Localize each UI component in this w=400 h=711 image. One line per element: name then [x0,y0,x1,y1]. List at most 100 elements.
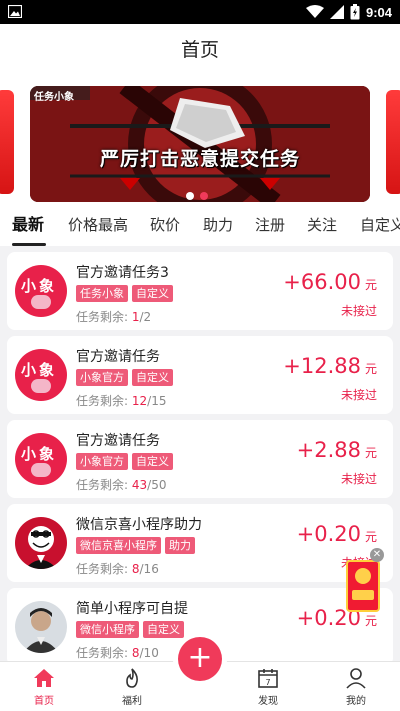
reward-unit: 元 [364,446,377,460]
reward-amount: +0.20 [296,522,361,546]
nav-label: 发现 [258,696,278,707]
task-title: 微信京喜小程序助力 [76,517,202,533]
task-reward: +0.20 元 [297,522,377,546]
person-photo-avatar [15,601,67,653]
remain-done: 43 [131,478,148,492]
task-status: 未接过 [340,472,377,486]
elephant-icon [31,379,51,393]
avatar-char: 象 [39,277,55,295]
task-tag: 自定义 [132,369,173,386]
xiaoxiang-logo-avatar: 小 象 [15,433,67,485]
tab-bargain[interactable]: 砍价 [150,206,180,246]
avatar-char: 小 [21,277,37,295]
nav-discover[interactable]: 7 发现 [238,662,298,711]
reward-unit: 元 [364,362,377,376]
task-reward: +2.88 元 [297,438,377,462]
remain-label: 任务剩余: [76,646,129,660]
red-packet-icon[interactable] [346,560,380,612]
status-time: 9:04 [365,4,392,20]
nav-label: 我的 [346,696,366,707]
task-remaining: 任务剩余: 1/2 [76,308,151,325]
signal-icon [329,5,344,19]
avatar-char: 象 [39,361,55,379]
elephant-icon [31,295,51,309]
tab-follow[interactable]: 关注 [307,206,337,246]
carousel-dot [186,192,194,200]
status-bar: 9:04 [0,0,400,24]
remain-done: 8 [131,562,140,576]
task-tag: 自定义 [143,621,184,638]
image-notification-icon [8,5,22,18]
battery-icon [350,4,360,20]
xiaoxiang-logo-avatar: 小 象 [15,349,67,401]
task-card[interactable]: 小 象 官方邀请任务3 任务小象 自定义 任务剩余: 1/2 +66.00 元 未… [7,252,393,330]
calendar-icon: 7 [258,669,278,688]
reward-unit: 元 [364,278,377,292]
task-tag: 任务小象 [76,285,128,302]
reward-unit: 元 [364,530,377,544]
task-title: 官方邀请任务3 [76,265,169,281]
task-tag: 微信京喜小程序 [76,537,161,554]
task-reward: +66.00 元 [283,270,377,294]
page-title: 首页 [0,24,400,76]
task-card[interactable]: 小 象 官方邀请任务 小象官方 自定义 任务剩余: 43/50 +2.88 元 未… [7,420,393,498]
task-remaining: 任务剩余: 8/16 [76,560,159,577]
category-tabs: 最新 价格最高 砍价 助力 注册 关注 自定义 [0,206,400,246]
task-title: 官方邀请任务 [76,433,160,449]
remain-label: 任务剩余: [76,394,129,408]
tab-highest-price[interactable]: 价格最高 [68,206,128,246]
flame-icon [126,668,138,688]
banner-slide[interactable]: 任务小象 严厉打击恶意提交任务 [30,86,370,202]
task-tag: 小象官方 [76,453,128,470]
reward-amount: +2.88 [296,438,361,462]
tab-assist[interactable]: 助力 [203,206,233,246]
task-tag: 微信小程序 [76,621,139,638]
floating-red-packet-ad[interactable]: ✕ [340,548,386,614]
nav-label: 福利 [122,696,142,707]
task-card[interactable]: 微信京喜小程序助力 微信京喜小程序 助力 任务剩余: 8/16 +0.20元 未… [7,504,393,582]
banner-tag: 任务小象 [34,92,74,103]
remain-label: 任务剩余: [76,562,129,576]
person-photo-icon [15,601,67,653]
task-title: 官方邀请任务 [76,349,160,365]
nav-label: 首页 [34,696,54,707]
remain-done: 8 [131,646,140,660]
task-remaining: 任务剩余: 43/50 [76,476,166,493]
remain-total: /16 [139,562,159,576]
xiaoxiang-logo-avatar: 小 象 [15,265,67,317]
reward-amount: +12.88 [283,354,361,378]
task-tag: 小象官方 [76,369,128,386]
tab-latest[interactable]: 最新 [12,206,44,246]
nav-profile[interactable]: 我的 [326,662,386,711]
calendar-day: 7 [265,678,270,687]
plus-icon: + [178,637,222,681]
task-remaining: 任务剩余: 12/15 [76,392,166,409]
reward-amount: +66.00 [283,270,361,294]
remain-done: 12 [131,394,148,408]
task-title: 简单小程序可自提 [76,601,188,617]
publish-task-button[interactable]: + [173,632,227,686]
kfc-logo-avatar [15,517,67,569]
avatar-char: 小 [21,445,37,463]
kfc-colonel-icon [15,517,67,569]
task-tag: 自定义 [132,453,173,470]
task-status: 未接过 [340,388,377,402]
remain-total: /2 [139,310,152,324]
banner-carousel[interactable]: 任务小象 严厉打击恶意提交任务 [0,76,400,206]
tab-register[interactable]: 注册 [255,206,285,246]
carousel-dot-active [200,192,208,200]
nav-home[interactable]: 首页 [14,662,74,711]
task-card[interactable]: 小 象 官方邀请任务 小象官方 自定义 任务剩余: 12/15 +12.88 元 … [7,336,393,414]
task-status: 未接过 [340,304,377,318]
remain-done: 1 [131,310,140,324]
avatar-char: 象 [39,445,55,463]
home-icon [34,669,54,687]
close-icon[interactable]: ✕ [370,548,384,562]
banner-prev-peek[interactable] [0,90,14,194]
tab-custom[interactable]: 自定义 [360,206,400,246]
elephant-icon [31,463,51,477]
nav-welfare[interactable]: 福利 [102,662,162,711]
banner-next-peek[interactable] [386,90,400,194]
remain-total: /50 [147,478,167,492]
wifi-icon [305,5,324,18]
